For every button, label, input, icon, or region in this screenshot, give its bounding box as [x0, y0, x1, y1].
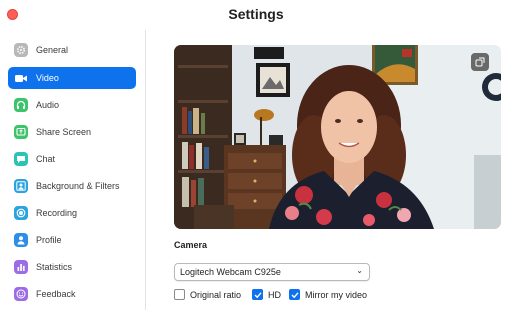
sidebar-item-video[interactable]: Video: [8, 67, 136, 89]
sidebar-item-statistics[interactable]: Statistics: [8, 256, 136, 278]
headphones-icon: [14, 98, 28, 112]
mirror-video-checkbox[interactable]: [289, 289, 300, 300]
record-icon: [14, 206, 28, 220]
camera-select-value: Logitech Webcam C925e: [180, 267, 281, 277]
gear-icon: [14, 43, 28, 57]
sidebar-item-label: Audio: [36, 100, 60, 110]
sidebar-item-label: Share Screen: [36, 127, 92, 137]
video-settings-panel: Camera Logitech Webcam C925e ⌄ Original …: [147, 30, 512, 310]
mirror-video-option[interactable]: Mirror my video: [289, 289, 367, 300]
person-icon: [14, 233, 28, 247]
collapse-preview-button[interactable]: [471, 53, 489, 71]
settings-sidebar: General Video Audio Share Screen Chat Ba…: [0, 30, 146, 310]
camera-section-label: Camera: [174, 240, 208, 250]
chat-bubble-icon: [14, 152, 28, 166]
sidebar-item-profile[interactable]: Profile: [8, 229, 136, 251]
sidebar-item-share-screen[interactable]: Share Screen: [8, 121, 136, 143]
sidebar-item-chat[interactable]: Chat: [8, 148, 136, 170]
sidebar-item-audio[interactable]: Audio: [8, 94, 136, 116]
original-ratio-label: Original ratio: [190, 289, 242, 300]
sidebar-item-recording[interactable]: Recording: [8, 202, 136, 224]
sidebar-item-general[interactable]: General: [8, 39, 136, 61]
checkmark-icon: [291, 291, 299, 298]
hd-option[interactable]: HD: [252, 289, 281, 300]
sidebar-item-label: Video: [36, 73, 59, 83]
video-camera-icon: [14, 71, 28, 85]
original-ratio-checkbox[interactable]: [174, 289, 185, 300]
sidebar-item-background-filters[interactable]: Background & Filters: [8, 175, 136, 197]
sidebar-item-label: Feedback: [36, 289, 76, 299]
sidebar-item-feedback[interactable]: Feedback: [8, 283, 136, 305]
window-title: Settings: [228, 6, 284, 22]
sidebar-item-label: General: [36, 45, 69, 55]
checkmark-icon: [254, 291, 262, 298]
collapse-icon: [475, 57, 485, 67]
sidebar-item-label: Recording: [36, 208, 78, 218]
sidebar-item-label: Statistics: [36, 262, 73, 272]
hd-label: HD: [268, 289, 281, 300]
chevron-down-icon: ⌄: [356, 266, 363, 275]
hd-checkbox[interactable]: [252, 289, 263, 300]
bar-chart-icon: [14, 260, 28, 274]
camera-preview-image: [174, 45, 501, 229]
original-ratio-option[interactable]: Original ratio: [174, 289, 241, 300]
smiley-icon: [14, 287, 28, 301]
sidebar-item-label: Chat: [36, 154, 56, 164]
title-bar: Settings: [0, 0, 512, 30]
camera-select[interactable]: Logitech Webcam C925e ⌄: [174, 263, 370, 281]
sidebar-item-label: Background & Filters: [36, 181, 120, 191]
person-frame-icon: [14, 179, 28, 193]
share-screen-icon: [14, 125, 28, 139]
sidebar-item-label: Profile: [36, 235, 62, 245]
camera-preview: [174, 45, 501, 229]
mirror-video-label: Mirror my video: [305, 289, 368, 300]
